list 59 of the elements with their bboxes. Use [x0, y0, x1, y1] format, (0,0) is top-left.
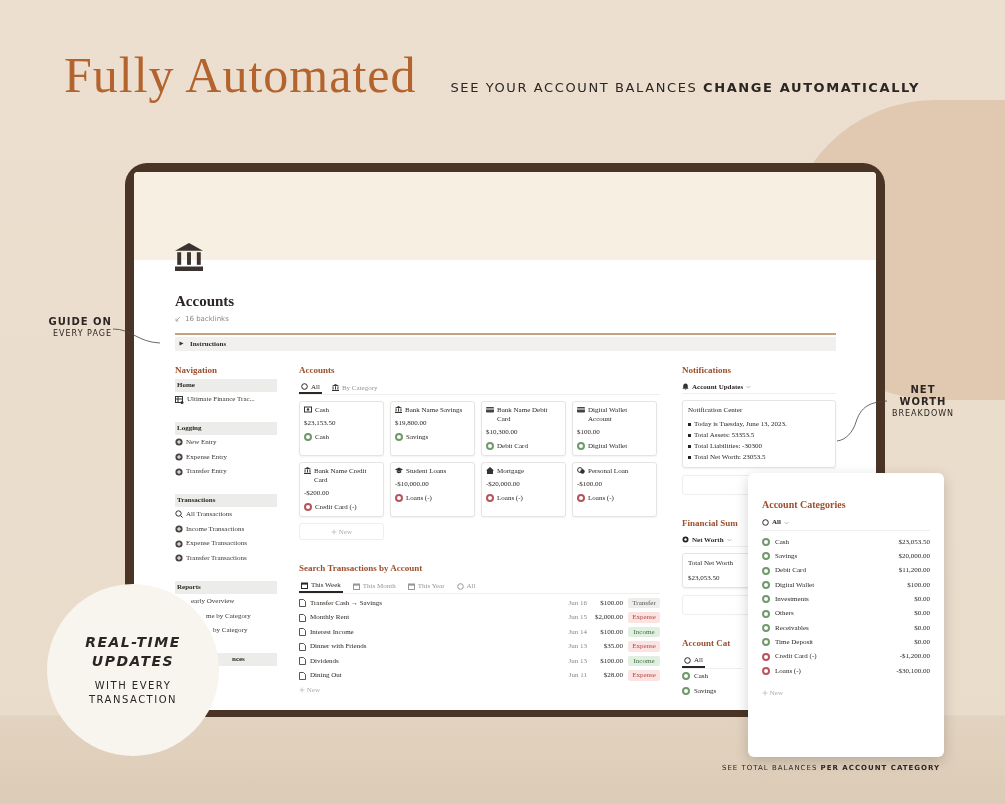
- plus-circle-icon: [175, 467, 183, 476]
- bullet-icon: [688, 455, 691, 459]
- circle-icon: [762, 519, 769, 526]
- callout-text: WORTH: [898, 396, 948, 408]
- plus-circle-icon: [175, 539, 183, 548]
- card-icon: [486, 406, 494, 414]
- bullet-icon: [688, 433, 691, 437]
- card-icon: [577, 406, 585, 414]
- bank-icon: [331, 384, 339, 392]
- section-heading: Financial Sum: [682, 516, 738, 529]
- circle-icon: [684, 656, 691, 664]
- callout-text: EVERY PAGE: [52, 328, 112, 339]
- bullet-icon: [688, 422, 691, 426]
- leader-line: [112, 326, 162, 346]
- bank-icon: [175, 243, 203, 271]
- plus-circle-icon: [175, 452, 183, 461]
- poster-subtitle: SEE YOUR ACCOUNT BALANCES CHANGE AUTOMATICALLY: [450, 79, 920, 97]
- plus-circle-icon: [175, 438, 183, 447]
- section-heading: Navigation: [175, 363, 217, 376]
- search-icon: [175, 510, 183, 519]
- bell-icon: [682, 383, 689, 391]
- section-heading: Notifications: [682, 363, 731, 376]
- plus-circle-icon: [175, 554, 183, 563]
- section-heading: Search Transactions by Account: [299, 562, 423, 575]
- card-heading: Account Categories: [762, 499, 846, 511]
- banknote-icon: [304, 406, 312, 414]
- bullet-icon: [688, 444, 691, 448]
- plus-icon: [331, 528, 337, 535]
- bank-icon: [395, 406, 402, 414]
- filled-circle-icon: [682, 536, 689, 544]
- arrow-icon: [175, 316, 181, 323]
- badge-title: REAL-TIME: [85, 633, 181, 652]
- badge-text: TRANSACTION: [88, 693, 178, 707]
- circle-icon: [456, 582, 464, 590]
- section-heading: Account Cat: [682, 637, 731, 650]
- caret-icon: [726, 537, 732, 542]
- plus-icon: [299, 687, 305, 694]
- plus-circle-icon: [175, 525, 183, 534]
- coins-icon: [577, 467, 585, 475]
- calendar-icon: [301, 581, 308, 589]
- callout-text: GUIDE ON: [47, 316, 112, 328]
- plus-icon: [762, 690, 768, 697]
- caret-icon: [746, 384, 752, 389]
- page-title: Accounts: [175, 292, 235, 310]
- table-icon: [175, 395, 184, 404]
- calendar-icon: [407, 582, 415, 590]
- caret-icon: [783, 520, 789, 525]
- badge-text: WITH EVERY: [94, 679, 172, 693]
- calendar-icon: [352, 582, 360, 590]
- leader-line: [836, 400, 888, 442]
- section-heading: Accounts: [299, 363, 335, 376]
- house-icon: [486, 467, 494, 475]
- callout-text: NET: [909, 384, 937, 396]
- circle-icon: [301, 383, 308, 391]
- bank-icon: [304, 467, 311, 475]
- triangle-icon: [179, 341, 184, 347]
- callout-text: BREAKDOWN: [890, 408, 956, 419]
- graduation-cap-icon: [395, 467, 403, 475]
- badge-title: UPDATES: [91, 652, 175, 671]
